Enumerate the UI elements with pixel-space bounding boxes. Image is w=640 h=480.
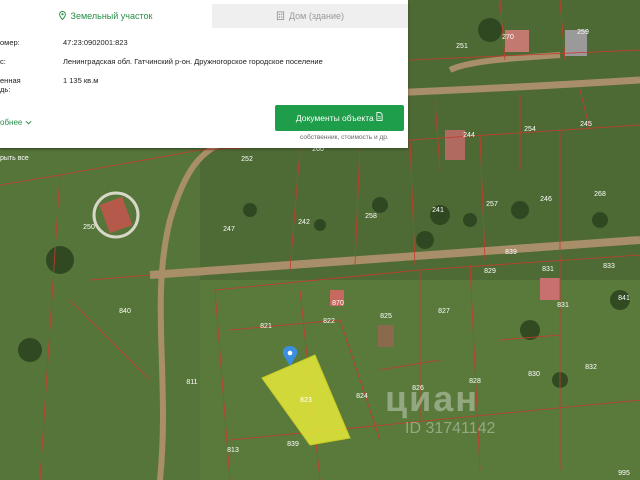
plot-number-label: 822 bbox=[323, 318, 335, 325]
tab-bar: Земельный участок Дом (здание) bbox=[0, 4, 408, 28]
plot-number-label: 840 bbox=[119, 308, 131, 315]
plot-number-label: 829 bbox=[484, 268, 496, 275]
plot-number-label: 257 bbox=[486, 201, 498, 208]
row-label: омер: bbox=[0, 38, 20, 47]
plot-number-label: 831 bbox=[542, 266, 554, 273]
plot-number-label: 839 bbox=[287, 441, 299, 448]
plot-number-label: 825 bbox=[380, 313, 392, 320]
plot-number-label: 241 bbox=[432, 207, 444, 214]
row-label: енная дь: bbox=[0, 76, 21, 94]
show-more-link[interactable]: обнее bbox=[0, 118, 32, 127]
plot-number-label: 821 bbox=[260, 323, 272, 330]
plot-number-label: 250 bbox=[83, 224, 95, 231]
row-value: 1 135 кв.м bbox=[63, 76, 99, 85]
show-more-label: обнее bbox=[0, 118, 23, 127]
building-icon bbox=[276, 5, 285, 29]
plot-number-label: 246 bbox=[540, 196, 552, 203]
plot-number-label: 258 bbox=[365, 213, 377, 220]
row-value: Ленинградская обл. Гатчинский р-он. Друж… bbox=[63, 57, 323, 66]
row-label: с: bbox=[0, 57, 6, 66]
plot-number-label: 813 bbox=[227, 447, 239, 454]
info-panel: Земельный участок Дом (здание) омер: 47:… bbox=[0, 0, 408, 148]
document-icon bbox=[376, 112, 383, 123]
plot-number-label: 833 bbox=[603, 263, 615, 270]
plot-number-label: 252 bbox=[241, 156, 253, 163]
documents-subtitle: собственник, стоимость и др. bbox=[300, 134, 389, 141]
plot-number-label: 841 bbox=[618, 295, 630, 302]
plot-number-label: 832 bbox=[585, 364, 597, 371]
plot-number-label: 824 bbox=[356, 393, 368, 400]
show-all-link[interactable]: рыть все bbox=[0, 155, 29, 162]
plot-number-label: 830 bbox=[528, 371, 540, 378]
plot-number-label: 259 bbox=[577, 29, 589, 36]
object-documents-button[interactable]: Документы объекта bbox=[275, 105, 404, 131]
plot-number-label: 811 bbox=[186, 379, 197, 386]
plot-number-label: 242 bbox=[298, 219, 310, 226]
plot-number-label: 251 bbox=[456, 43, 468, 50]
listing-id-watermark: ID 31741142 bbox=[405, 420, 496, 437]
row-value: 47:23:0902001:823 bbox=[63, 38, 128, 47]
object-documents-label: Документы объекта bbox=[295, 113, 374, 123]
tab-house-label: Дом (здание) bbox=[288, 11, 345, 21]
tab-land-plot-label: Земельный участок bbox=[70, 11, 153, 21]
plot-number-label: 870 bbox=[332, 300, 344, 307]
cian-watermark: циан bbox=[385, 378, 480, 419]
tab-land-plot[interactable]: Земельный участок bbox=[0, 4, 210, 28]
land-plot-icon bbox=[58, 5, 67, 29]
plot-number-label: 270 bbox=[502, 34, 514, 41]
plot-number-label: 823 bbox=[300, 397, 312, 404]
plot-number-label: 245 bbox=[580, 121, 592, 128]
plot-number-label: 831 bbox=[557, 302, 569, 309]
plot-number-label: 268 bbox=[594, 191, 606, 198]
plot-number-label: 995 bbox=[618, 470, 630, 477]
plot-number-label: 827 bbox=[438, 308, 450, 315]
chevron-down-icon bbox=[25, 118, 32, 127]
plot-number-label: 247 bbox=[223, 226, 235, 233]
tab-house[interactable]: Дом (здание) bbox=[212, 4, 408, 28]
plot-number-label: 254 bbox=[524, 126, 536, 133]
plot-number-label: 244 bbox=[463, 132, 475, 139]
plot-number-label: 839 bbox=[505, 249, 517, 256]
